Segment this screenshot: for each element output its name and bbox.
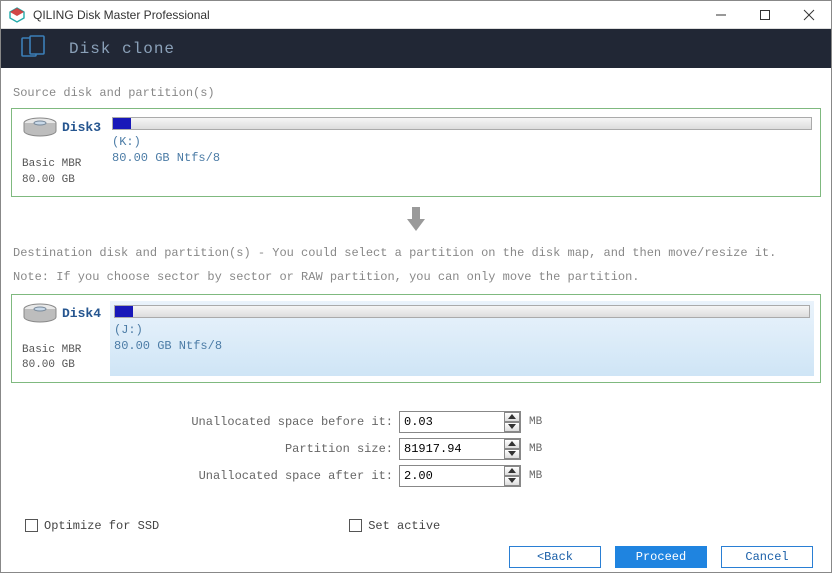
dest-partition-drive: (J:) [114,322,810,339]
space-before-input[interactable] [399,411,521,433]
unit-label: MB [529,443,542,455]
space-after-input[interactable] [399,465,521,487]
after-label: Unallocated space after it: [11,469,399,483]
checkbox-icon [25,519,38,532]
page-header: Disk clone [1,29,831,68]
back-button[interactable]: <Back [509,546,601,568]
dest-used-segment [115,306,133,317]
dest-disk-size: 80.00 GB [22,358,106,373]
proceed-button[interactable]: Proceed [615,546,707,568]
size-label: Partition size: [11,442,399,456]
spin-down-button[interactable] [504,476,520,486]
page-title: Disk clone [69,40,175,58]
set-active-checkbox[interactable]: Set active [349,519,440,533]
dest-partition-desc: 80.00 GB Ntfs/8 [114,339,810,353]
source-partition-desc: 80.00 GB Ntfs/8 [112,151,812,165]
options-row: Optimize for SSD Set active [11,519,821,533]
arrow-down-icon [11,205,821,237]
source-disk-panel[interactable]: Disk3 Basic MBR 80.00 GB (K:) 80.00 GB N… [11,108,821,197]
source-disk-type: Basic MBR [22,157,106,172]
set-active-label: Set active [368,519,440,533]
partition-size-input[interactable] [399,438,521,460]
source-disk-size: 80.00 GB [22,173,106,188]
main-content: Source disk and partition(s) Disk3 Basic… [1,68,831,543]
dest-section-label: Destination disk and partition(s) - You … [13,243,821,263]
spin-up-button[interactable] [504,439,520,449]
dest-disk-panel[interactable]: Disk4 Basic MBR 80.00 GB (J:) 80.00 GB N… [11,294,821,383]
dest-note: Note: If you choose sector by sector or … [13,267,821,287]
spin-down-button[interactable] [504,449,520,459]
source-partition-bar[interactable] [112,117,812,130]
minimize-button[interactable] [699,1,743,29]
before-label: Unallocated space before it: [11,415,399,429]
source-partition-drive: (K:) [112,134,812,151]
source-disk-info: Disk3 Basic MBR 80.00 GB [18,115,110,190]
optimize-ssd-label: Optimize for SSD [44,519,159,533]
window-controls [699,1,831,29]
dest-disk-type: Basic MBR [22,343,106,358]
titlebar: QILING Disk Master Professional [1,1,831,29]
dest-partition-map[interactable]: (J:) 80.00 GB Ntfs/8 [110,301,814,376]
disk-clone-icon [21,35,47,63]
cancel-button[interactable]: Cancel [721,546,813,568]
unit-label: MB [529,470,542,482]
dest-disk-info: Disk4 Basic MBR 80.00 GB [18,301,110,376]
spin-up-button[interactable] [504,412,520,422]
footer: <Back Proceed Cancel [1,543,831,572]
checkbox-icon [349,519,362,532]
source-partition-map[interactable]: (K:) 80.00 GB Ntfs/8 [110,115,814,190]
window-title: QILING Disk Master Professional [33,8,699,22]
spin-up-button[interactable] [504,466,520,476]
close-button[interactable] [787,1,831,29]
source-section-label: Source disk and partition(s) [13,86,821,100]
maximize-button[interactable] [743,1,787,29]
app-icon [9,7,25,23]
source-used-segment [113,118,131,129]
unit-label: MB [529,416,542,428]
spin-down-button[interactable] [504,422,520,432]
optimize-ssd-checkbox[interactable]: Optimize for SSD [25,519,159,533]
resize-fields: Unallocated space before it: MB Partitio… [11,411,821,487]
dest-partition-bar[interactable] [114,305,810,318]
